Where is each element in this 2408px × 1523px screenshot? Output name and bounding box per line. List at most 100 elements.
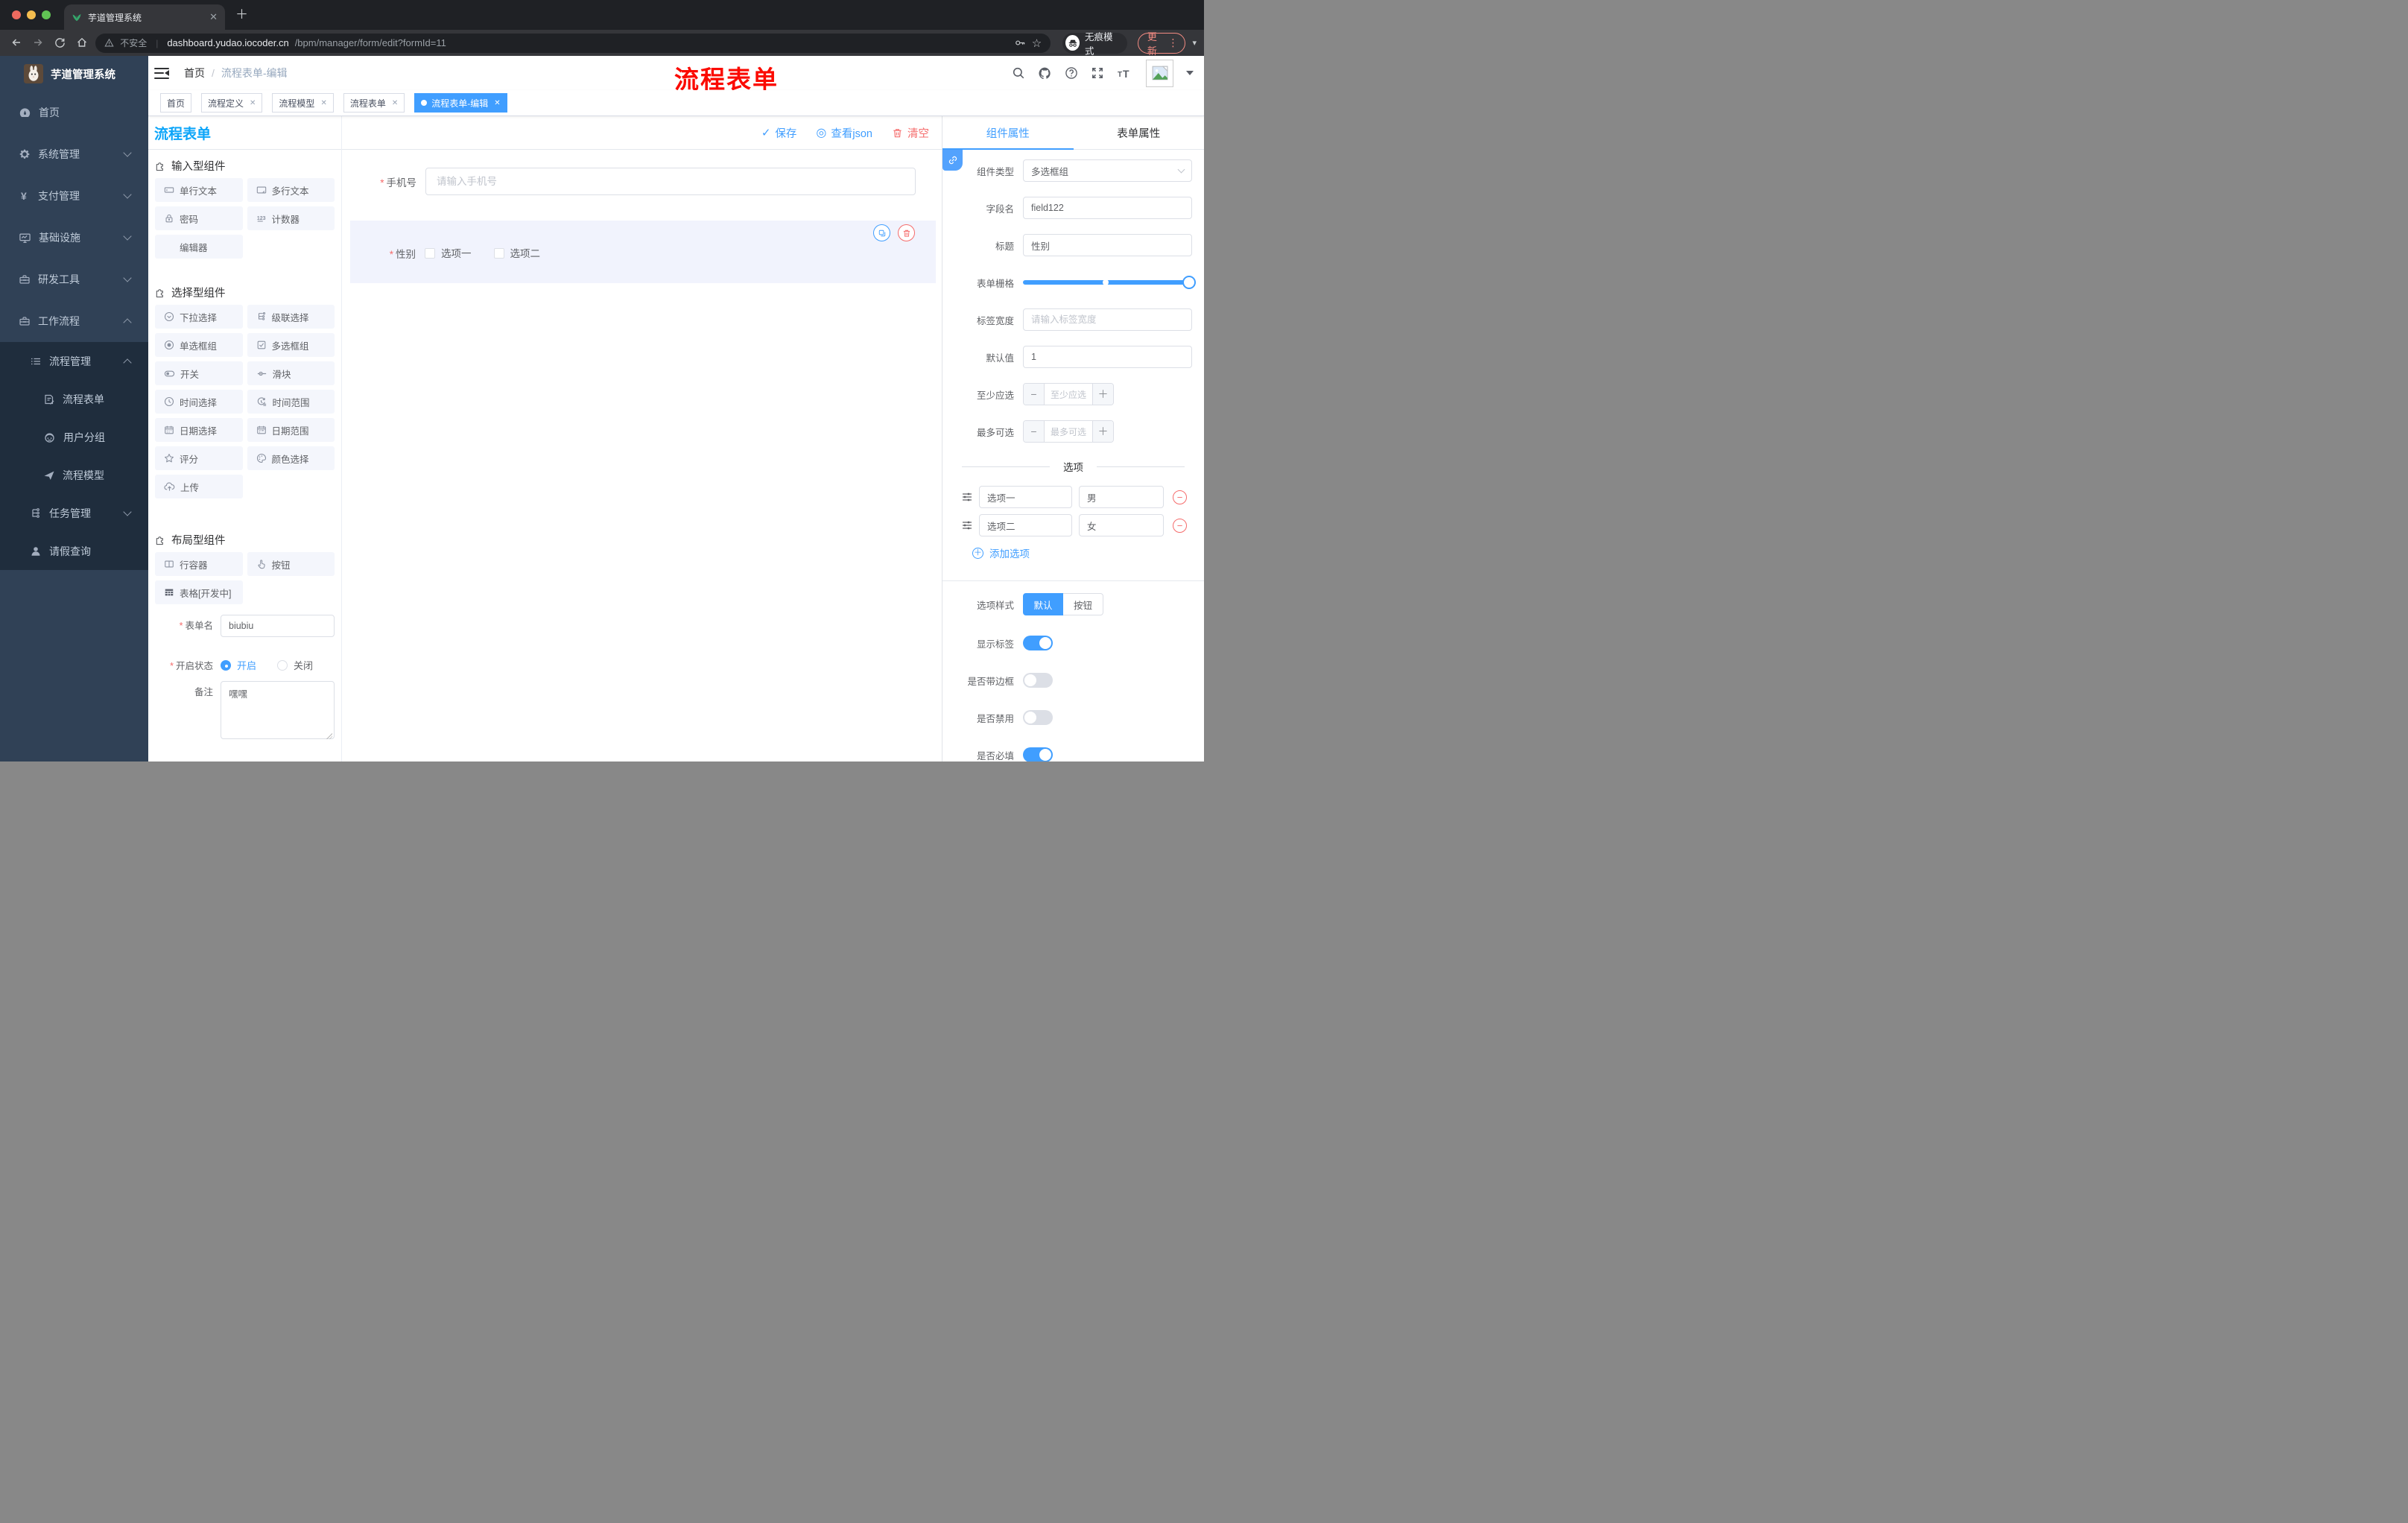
sidebar-item-payment[interactable]: 支付管理	[0, 175, 148, 217]
traffic-light-minimize[interactable]	[27, 10, 36, 19]
tag-close-icon[interactable]: ✕	[250, 99, 256, 107]
component-date-picker[interactable]: 日期选择	[155, 418, 243, 442]
password-key-icon[interactable]	[1015, 37, 1026, 48]
stepper-decrease-button[interactable]: −	[1024, 384, 1045, 405]
avatar-caret-icon[interactable]	[1186, 71, 1194, 75]
component-slider[interactable]: 滑块	[247, 361, 335, 385]
tag-close-icon[interactable]: ✕	[320, 99, 326, 107]
component-date-range[interactable]: 日期范围	[247, 418, 335, 442]
traffic-light-zoom[interactable]	[42, 10, 51, 19]
canvas-field-gender-selected[interactable]: * 性别 选项一 选项二	[350, 221, 936, 283]
component-time-picker[interactable]: 时间选择	[155, 390, 243, 414]
sidebar-item-process-form[interactable]: 流程表单	[0, 380, 148, 418]
breadcrumb-home[interactable]: 首页	[184, 66, 205, 80]
component-time-range[interactable]: 时间范围	[247, 390, 335, 414]
data-binding-chain-button[interactable]	[942, 150, 963, 171]
style-button-button[interactable]: 按钮	[1063, 593, 1103, 615]
font-size-icon[interactable]	[1117, 67, 1133, 79]
style-default-button[interactable]: 默认	[1023, 593, 1063, 615]
form-grid-slider[interactable]	[1023, 271, 1196, 294]
component-dropdown-select[interactable]: 下拉选择	[155, 305, 243, 329]
min-select-placeholder[interactable]: 至少应选	[1045, 384, 1092, 405]
component-counter[interactable]: 计数器	[247, 206, 335, 230]
field-name-input[interactable]	[1023, 197, 1192, 219]
label-width-input[interactable]	[1023, 308, 1192, 331]
phone-input[interactable]	[425, 168, 916, 195]
component-upload[interactable]: 上传	[155, 475, 243, 498]
tag-close-icon[interactable]: ✕	[392, 99, 398, 107]
remove-option-button[interactable]: −	[1173, 518, 1187, 533]
sidebar-item-devtools[interactable]: 研发工具	[0, 259, 148, 300]
gender-option2-label[interactable]: 选项二	[510, 248, 541, 259]
help-icon[interactable]	[1065, 66, 1078, 80]
option2-value-input[interactable]	[1079, 514, 1164, 536]
profile-caret-icon[interactable]: ▾	[1193, 38, 1197, 48]
tab-form-properties[interactable]: 表单属性	[1074, 116, 1205, 149]
stepper-decrease-button[interactable]: −	[1024, 421, 1045, 442]
gender-option1-label[interactable]: 选项一	[441, 248, 472, 259]
tag-home[interactable]: 首页	[160, 93, 192, 113]
component-color-picker[interactable]: 颜色选择	[247, 446, 335, 470]
tag-process-form-edit-active[interactable]: 流程表单-编辑 ✕	[414, 93, 507, 113]
component-type-select[interactable]: 多选框组	[1023, 159, 1192, 182]
component-button[interactable]: 按钮	[247, 552, 335, 576]
canvas-field-phone[interactable]: * 手机号	[351, 168, 942, 195]
component-rate[interactable]: 评分	[155, 446, 243, 470]
search-icon[interactable]	[1012, 66, 1025, 80]
delete-component-button[interactable]	[898, 224, 915, 241]
form-name-input[interactable]	[221, 615, 335, 637]
sidebar-item-system[interactable]: 系统管理	[0, 133, 148, 175]
drag-handle-icon[interactable]	[961, 491, 973, 503]
option1-value-input[interactable]	[1079, 486, 1164, 508]
address-bar[interactable]: 不安全 | dashboard.yudao.iocoder.cn/bpm/man…	[95, 33, 1051, 53]
drag-handle-icon[interactable]	[961, 519, 973, 531]
reload-button[interactable]	[51, 37, 69, 50]
user-avatar[interactable]	[1146, 59, 1173, 87]
component-single-line-text[interactable]: 单行文本	[155, 178, 243, 202]
default-value-input[interactable]	[1023, 346, 1192, 368]
fullscreen-icon[interactable]	[1091, 66, 1104, 80]
title-input[interactable]	[1023, 234, 1192, 256]
option2-label-input[interactable]	[979, 514, 1072, 536]
component-password[interactable]: 密码	[155, 206, 243, 230]
forward-button[interactable]	[30, 37, 48, 50]
status-on-label[interactable]: 开启	[237, 660, 256, 671]
sidebar-item-home[interactable]: 首页	[0, 92, 148, 133]
github-icon[interactable]	[1038, 66, 1052, 80]
new-tab-button[interactable]: ＋	[235, 8, 248, 22]
sidebar-item-infrastructure[interactable]: 基础设施	[0, 217, 148, 259]
view-json-button[interactable]: ◎ 查看json	[816, 125, 872, 141]
sidebar-item-workflow[interactable]: 工作流程	[0, 300, 148, 342]
save-button[interactable]: ✓ 保存	[761, 125, 797, 141]
sidebar-collapse-icon[interactable]	[154, 67, 169, 79]
tag-process-definition[interactable]: 流程定义 ✕	[201, 93, 263, 113]
gender-option2-checkbox[interactable]	[493, 248, 504, 259]
component-table-dev[interactable]: 表格[开发中]	[155, 580, 243, 604]
gender-option1-checkbox[interactable]	[425, 248, 435, 259]
browser-update-button[interactable]: 更新 ⋮	[1137, 31, 1185, 57]
duplicate-component-button[interactable]	[873, 224, 890, 241]
component-multi-line-text[interactable]: 多行文本	[247, 178, 335, 202]
tag-process-form[interactable]: 流程表单 ✕	[343, 93, 405, 113]
back-button[interactable]	[7, 37, 25, 50]
max-select-placeholder[interactable]: 最多可选	[1045, 421, 1092, 442]
component-radio-group[interactable]: 单选框组	[155, 333, 243, 357]
sidebar-item-user-group[interactable]: 用户分组	[0, 418, 148, 456]
browser-menu-dots-icon[interactable]: ⋮	[1168, 37, 1179, 49]
bookmark-star-icon[interactable]: ☆	[1032, 37, 1042, 50]
required-toggle[interactable]	[1023, 747, 1053, 762]
sidebar-item-process-management[interactable]: 流程管理	[0, 342, 148, 380]
sidebar-item-process-model[interactable]: 流程模型	[0, 456, 148, 494]
component-switch[interactable]: 开关	[155, 361, 243, 385]
app-logo[interactable]: 芋道管理系统	[0, 56, 148, 92]
component-checkbox-group[interactable]: 多选框组	[247, 333, 335, 357]
option1-label-input[interactable]	[979, 486, 1072, 508]
browser-tab[interactable]: 芋道管理系统 ✕	[64, 4, 225, 30]
tag-process-model[interactable]: 流程模型 ✕	[272, 93, 334, 113]
sidebar-item-task-management[interactable]: 任务管理	[0, 494, 148, 532]
status-off-label[interactable]: 关闭	[294, 660, 313, 671]
remove-option-button[interactable]: −	[1173, 490, 1187, 504]
slider-handle[interactable]	[1182, 276, 1196, 289]
component-editor[interactable]: 编辑器	[155, 235, 243, 259]
remark-textarea[interactable]: 嘿嘿	[221, 681, 335, 739]
